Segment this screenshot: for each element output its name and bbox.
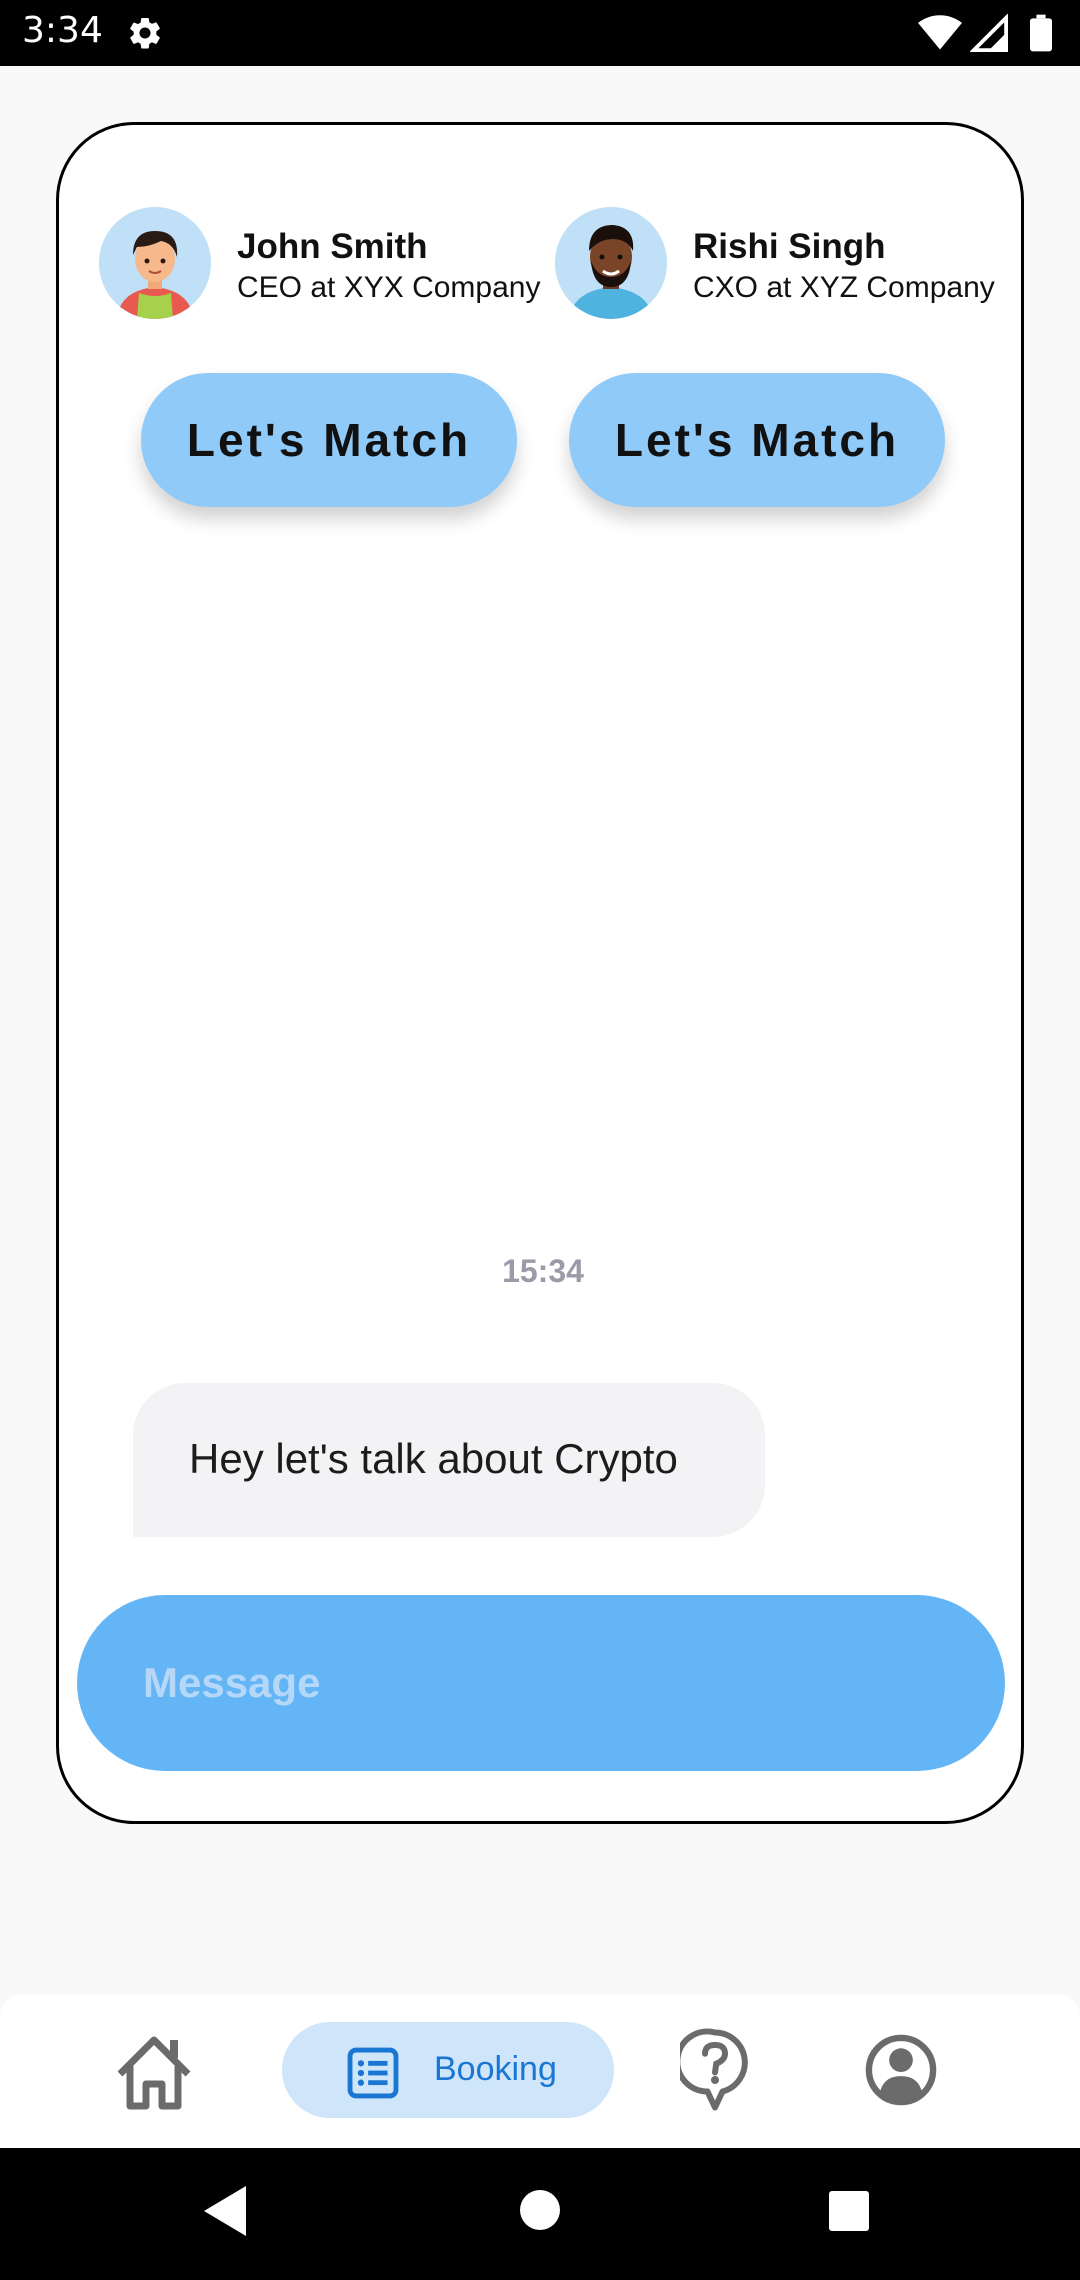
profile-card[interactable]: John Smith CEO at XYX Company	[99, 207, 541, 321]
nav-booking-label: Booking	[434, 2050, 557, 2088]
avatar-rishi-icon	[555, 207, 667, 319]
nav-profile[interactable]	[864, 2022, 938, 2118]
avatar-john-icon	[99, 207, 211, 319]
status-bar: 3:34	[0, 0, 1080, 66]
message-text: Hey let's talk about Crypto	[189, 1435, 678, 1482]
profile-role: CXO at XYZ Company	[693, 271, 995, 304]
back-icon[interactable]	[202, 2184, 248, 2238]
signal-icon	[970, 14, 1008, 52]
bottom-nav: Booking	[0, 1994, 1080, 2148]
nav-booking[interactable]: Booking	[282, 2022, 614, 2118]
wifi-icon	[918, 15, 962, 50]
gear-icon	[130, 17, 160, 49]
nav-help[interactable]	[674, 2022, 750, 2118]
nav-home[interactable]	[112, 2022, 196, 2118]
message-bubble: Hey let's talk about Crypto	[133, 1383, 765, 1537]
profile-card[interactable]: Rishi Singh CXO at XYZ Company	[555, 207, 995, 321]
profile-name: John Smith	[237, 227, 428, 266]
chat-card: John Smith CEO at XYX Company Rishi Sing…	[56, 122, 1024, 1824]
status-time: 3:34	[22, 10, 103, 51]
recents-icon[interactable]	[828, 2190, 870, 2232]
help-icon	[674, 2028, 748, 2111]
home-icon	[117, 2036, 191, 2110]
home-circle-icon[interactable]	[518, 2188, 562, 2232]
message-timestamp: 15:34	[502, 1253, 584, 1289]
list-icon	[347, 2047, 399, 2099]
profile-name: Rishi Singh	[693, 227, 886, 266]
lets-match-button[interactable]: Let's Match	[569, 373, 945, 507]
battery-icon	[1030, 14, 1052, 52]
account-icon	[865, 2034, 937, 2106]
lets-match-button[interactable]: Let's Match	[141, 373, 517, 507]
status-icons	[918, 14, 1058, 52]
profile-role: CEO at XYX Company	[237, 271, 541, 304]
message-input[interactable]	[77, 1595, 1005, 1771]
system-nav-bar	[0, 2148, 1080, 2280]
